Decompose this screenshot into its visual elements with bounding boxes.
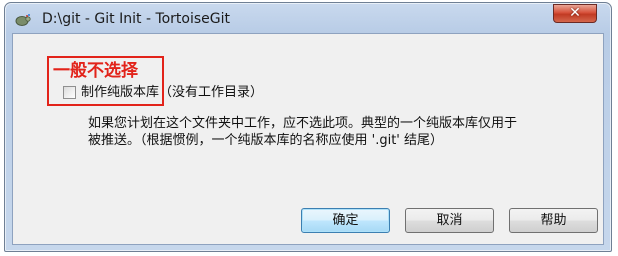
help-button[interactable]: 帮助 [509, 208, 598, 233]
bare-repo-checkbox[interactable] [63, 86, 76, 99]
ok-button[interactable]: 确定 [301, 208, 390, 233]
bare-repo-description: 如果您计划在这个文件夹中工作，应不选此项。典型的一个纯版本库仅用于 被推送。（根… [88, 116, 518, 148]
dialog-content: 一般不选择 制作纯版本库（没有工作目录） 如果您计划在这个文件夹中工作，应不选此… [12, 33, 604, 245]
close-button[interactable]: ✕ [553, 4, 597, 23]
git-init-dialog: D:\git - Git Init - TortoiseGit ✕ 一般不选择 … [4, 2, 612, 252]
annotation-text: 一般不选择 [53, 61, 138, 81]
close-icon: ✕ [569, 5, 581, 21]
cancel-button[interactable]: 取消 [405, 208, 494, 233]
window-title: D:\git - Git Init - TortoiseGit [42, 11, 231, 27]
title-bar[interactable]: D:\git - Git Init - TortoiseGit ✕ [5, 3, 611, 33]
tortoisegit-icon [15, 12, 31, 26]
bare-repo-label[interactable]: 制作纯版本库（没有工作目录） [81, 85, 263, 101]
